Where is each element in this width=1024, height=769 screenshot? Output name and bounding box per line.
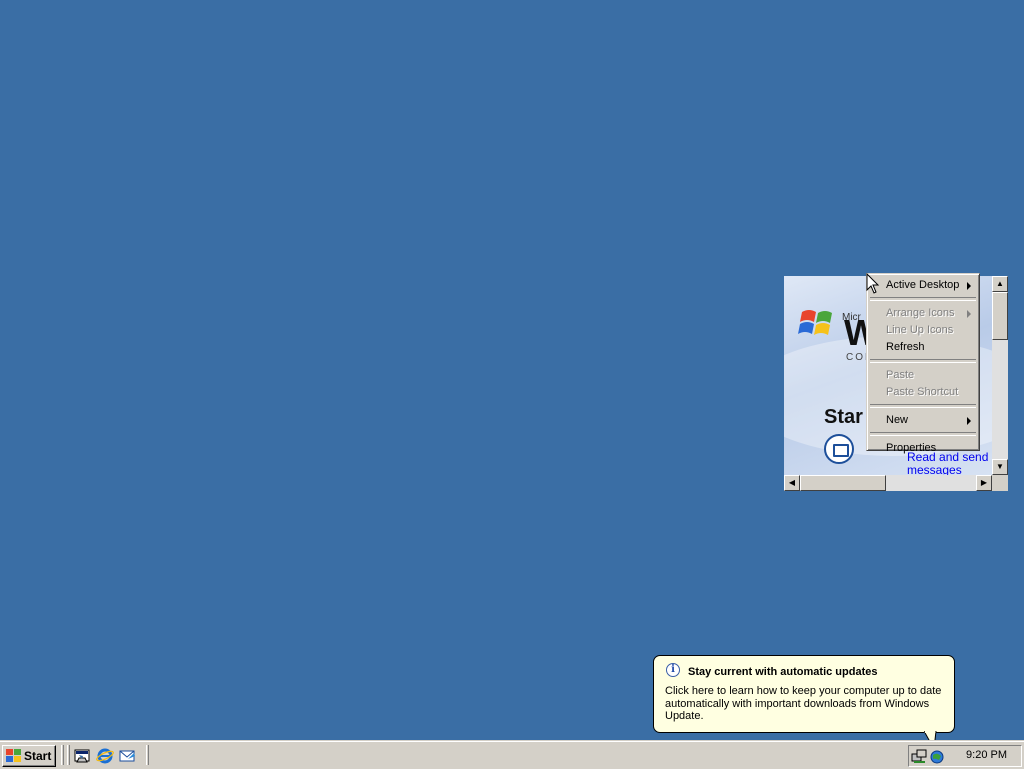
windows-update-icon[interactable]: [929, 748, 945, 764]
mouse-cursor-icon: [866, 273, 880, 294]
menu-item-properties[interactable]: Properties: [869, 440, 977, 457]
taskbar: Start 9:20 PM: [0, 740, 1024, 769]
menu-item-label: Arrange Icons: [886, 307, 955, 319]
horizontal-scrollbar[interactable]: ◀ ▶: [784, 475, 992, 491]
menu-item-line-up-icons[interactable]: Line Up Icons: [869, 322, 977, 339]
menu-separator: [870, 359, 976, 363]
start-heading: Star: [824, 406, 863, 428]
quick-launch-grip[interactable]: [67, 745, 70, 765]
desktop-context-menu: Active Desktop Arrange Icons Line Up Ico…: [866, 273, 980, 454]
submenu-arrow-icon: [967, 282, 971, 290]
vertical-scroll-thumb[interactable]: [992, 292, 1008, 340]
scroll-right-button[interactable]: ▶: [976, 475, 992, 491]
scroll-left-button[interactable]: ◀: [784, 475, 800, 491]
balloon-body: Click here to learn how to keep your com…: [665, 685, 942, 722]
scroll-corner: [992, 475, 1008, 491]
menu-item-active-desktop[interactable]: Active Desktop: [869, 277, 977, 294]
internet-explorer-icon[interactable]: [96, 747, 114, 765]
start-label: Start: [24, 749, 52, 763]
menu-item-label: Refresh: [886, 341, 925, 353]
menu-item-new[interactable]: New: [869, 412, 977, 429]
menu-item-arrange-icons[interactable]: Arrange Icons: [869, 305, 977, 322]
update-balloon-tooltip[interactable]: i Stay current with automatic updates Cl…: [653, 655, 955, 733]
menu-separator: [870, 404, 976, 408]
menu-item-label: Line Up Icons: [886, 324, 954, 336]
windows-logo-icon: [6, 749, 21, 762]
network-icon[interactable]: [911, 748, 927, 764]
menu-item-paste[interactable]: Paste: [869, 367, 977, 384]
menu-item-label: New: [886, 414, 909, 426]
balloon-title: Stay current with automatic updates: [688, 666, 878, 678]
menu-separator: [870, 432, 976, 436]
menu-item-paste-shortcut[interactable]: Paste Shortcut: [869, 384, 977, 401]
submenu-arrow-icon: [967, 310, 971, 318]
toolbar-separator: [146, 745, 149, 765]
start-button[interactable]: Start: [2, 745, 56, 767]
scroll-down-button[interactable]: ▼: [992, 459, 1008, 475]
submenu-arrow-icon: [967, 417, 971, 425]
menu-item-label: Active Desktop: [886, 279, 960, 291]
toolbar-separator: [61, 745, 64, 765]
menu-item-label: Properties: [886, 442, 937, 454]
clock[interactable]: 9:20 PM: [966, 749, 1007, 761]
menu-item-label: Paste: [886, 369, 915, 381]
horizontal-scroll-thumb[interactable]: [800, 475, 886, 491]
menu-item-label: Paste Shortcut: [886, 386, 959, 398]
mail-icon[interactable]: [824, 434, 854, 464]
scroll-up-button[interactable]: ▲: [992, 276, 1008, 292]
system-tray: 9:20 PM: [908, 745, 1022, 767]
info-icon: i: [666, 663, 680, 677]
menu-separator: [870, 297, 976, 301]
show-desktop-icon[interactable]: [73, 747, 91, 765]
windows-flag-icon: [798, 310, 832, 335]
menu-item-refresh[interactable]: Refresh: [869, 339, 977, 356]
outlook-express-icon[interactable]: [118, 747, 136, 765]
vertical-scrollbar[interactable]: ▲ ▼: [992, 276, 1008, 475]
